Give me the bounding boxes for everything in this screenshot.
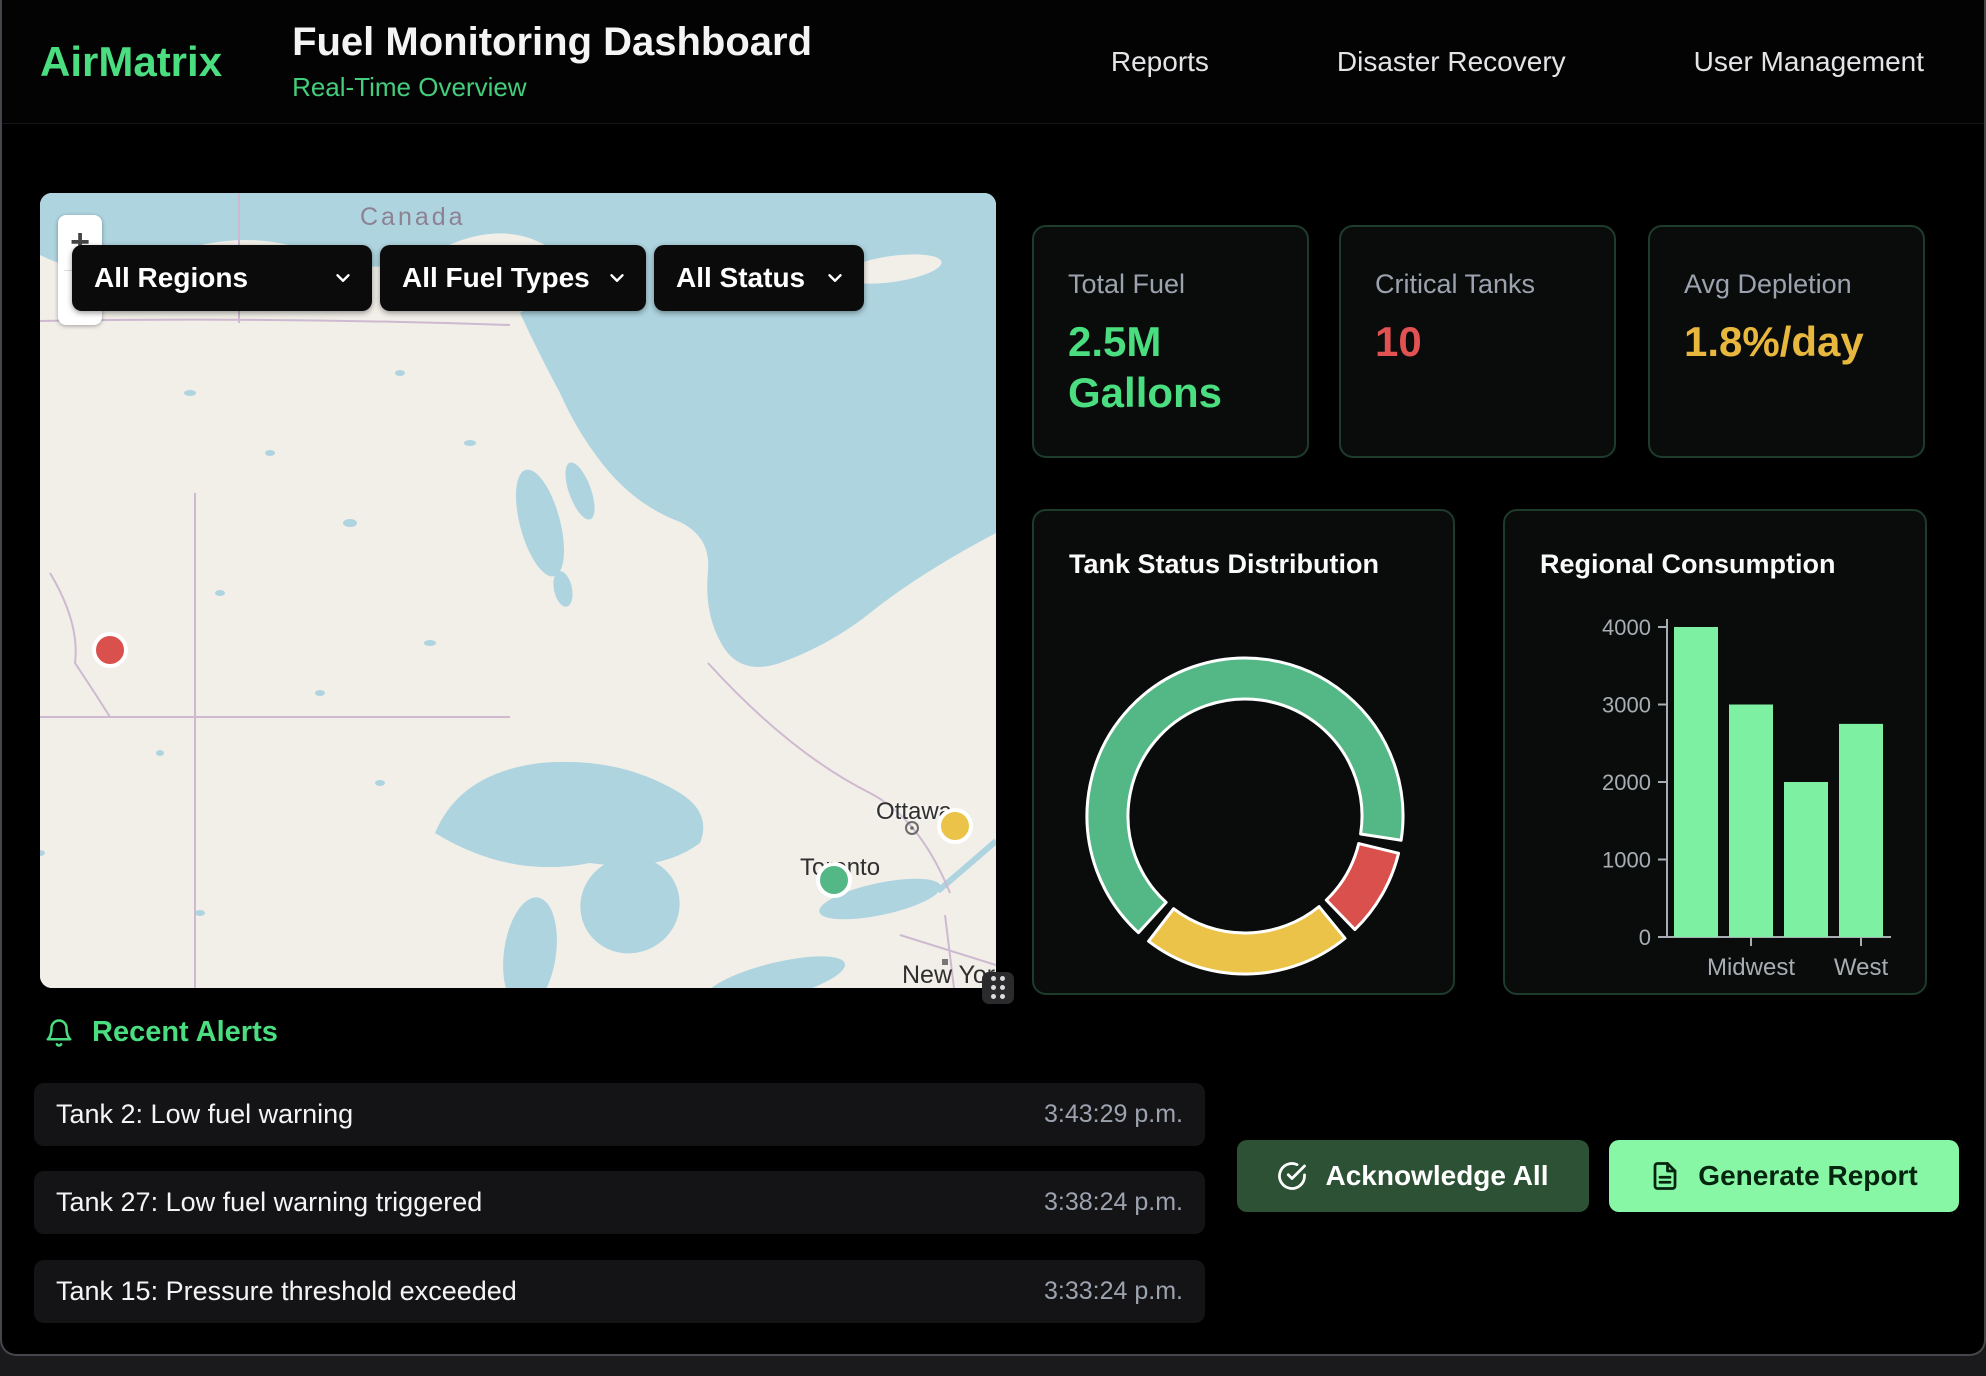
bell-icon [44,1018,74,1048]
stat-card-total-fuel: Total Fuel 2.5M Gallons [1032,225,1309,458]
chevron-down-icon [824,267,846,289]
stat-value: 1.8%/day [1684,316,1889,367]
regional-consumption-card: Regional Consumption 01000200030004000Mi… [1503,509,1927,995]
stat-label: Total Fuel [1068,269,1273,300]
nav-item-disaster-recovery[interactable]: Disaster Recovery [1337,46,1566,78]
nav-item-reports[interactable]: Reports [1111,46,1209,78]
stat-label: Critical Tanks [1375,269,1580,300]
generate-report-button[interactable]: Generate Report [1609,1140,1959,1212]
svg-text:3000: 3000 [1602,693,1651,718]
map-label-canada: Canada [360,203,466,231]
nav-item-user-management[interactable]: User Management [1694,46,1924,78]
page-title: Fuel Monitoring Dashboard [292,20,812,64]
report-file-icon [1650,1161,1680,1191]
tank-status-donut-chart [1075,646,1415,986]
alert-time: 3:33:24 p.m. [1044,1277,1183,1306]
svg-text:4000: 4000 [1602,615,1651,640]
tank-status-card: Tank Status Distribution [1032,509,1455,995]
svg-text:0: 0 [1639,925,1651,950]
chevron-down-icon [606,267,628,289]
alerts-title: Recent Alerts [92,1016,278,1049]
top-nav: Reports Disaster Recovery User Managemen… [1111,46,1924,78]
status-filter-dropdown[interactable]: All Status [654,245,864,311]
status-filter-value: All Status [676,262,805,294]
stat-card-critical-tanks: Critical Tanks 10 [1339,225,1616,458]
svg-text:Midwest: Midwest [1707,954,1795,981]
map-canvas[interactable]: Canada Ottawa Toronto New York [40,193,996,988]
regional-consumption-bar-chart: 0 1000 2000 3000 4000 Midwest West [1505,511,1929,997]
alert-row[interactable]: Tank 27: Low fuel warning triggered 3:38… [34,1171,1205,1234]
map-panel[interactable]: Canada Ottawa Toronto New York + All Reg… [40,193,996,988]
stat-card-avg-depletion: Avg Depletion 1.8%/day [1648,225,1925,458]
tank-marker-warning[interactable] [939,810,971,842]
title-block: Fuel Monitoring Dashboard Real-Time Over… [292,20,812,103]
stat-value: 10 [1375,316,1580,367]
alert-time: 3:38:24 p.m. [1044,1188,1183,1217]
stat-value: 2.5M Gallons [1068,316,1273,418]
app-window: AirMatrix Fuel Monitoring Dashboard Real… [0,0,1986,1356]
tank-marker-critical[interactable] [94,634,126,666]
resize-handle[interactable] [982,972,1014,1004]
tank-marker-normal[interactable] [818,864,850,896]
acknowledge-all-button[interactable]: Acknowledge All [1237,1140,1589,1212]
alerts-header: Recent Alerts [44,1016,278,1049]
region-filter-dropdown[interactable]: All Regions [72,245,372,311]
acknowledge-all-label: Acknowledge All [1325,1160,1548,1192]
fuel-type-filter-value: All Fuel Types [402,262,590,294]
alert-text: Tank 27: Low fuel warning triggered [56,1187,482,1218]
svg-text:2000: 2000 [1602,770,1651,795]
generate-report-label: Generate Report [1698,1160,1917,1192]
alert-text: Tank 15: Pressure threshold exceeded [56,1276,517,1307]
alert-row[interactable]: Tank 15: Pressure threshold exceeded 3:3… [34,1260,1205,1323]
brand-logo[interactable]: AirMatrix [40,38,222,86]
fuel-type-filter-dropdown[interactable]: All Fuel Types [380,245,646,311]
chevron-down-icon [332,267,354,289]
alert-row[interactable]: Tank 2: Low fuel warning 3:43:29 p.m. [34,1083,1205,1146]
header: AirMatrix Fuel Monitoring Dashboard Real… [2,0,1984,124]
page-subtitle: Real-Time Overview [292,72,812,103]
svg-text:West: West [1834,954,1889,981]
alert-time: 3:43:29 p.m. [1044,1100,1183,1129]
check-circle-icon [1277,1161,1307,1191]
region-filter-value: All Regions [94,262,248,294]
svg-text:1000: 1000 [1602,848,1651,873]
donut-chart-title: Tank Status Distribution [1069,549,1453,580]
stat-label: Avg Depletion [1684,269,1889,300]
map-filters: All Regions All Fuel Types All Status [72,245,864,311]
alert-text: Tank 2: Low fuel warning [56,1099,353,1130]
